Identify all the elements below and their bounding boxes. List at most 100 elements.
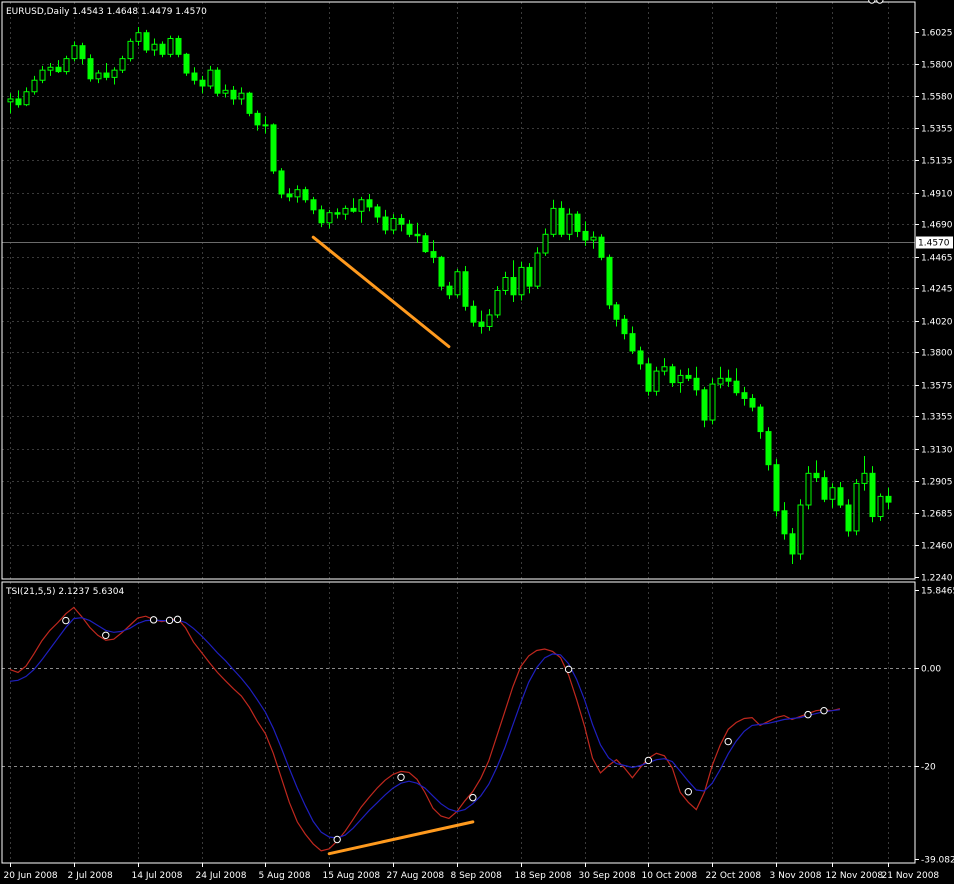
candle-body-bear [669,366,676,384]
crossover-marker [724,737,732,746]
indicator-y-tick-label: 15.8465 [921,587,954,597]
candle-body-bull [677,374,684,384]
candle-body-bear [885,495,892,503]
chart-background [0,0,954,884]
candle-body-bull [877,495,884,518]
y-tick-label: 1.4020 [921,318,953,328]
candle-body-bull [7,98,14,103]
candle-body-bear [470,305,477,323]
candle-body-bear [430,251,437,258]
indicator-y-tick-label: -39.0822 [921,856,954,866]
x-tick-label: 5 Aug 2008 [259,871,311,881]
candle [645,358,652,396]
candle-body-bull [135,32,142,42]
x-tick-label: 27 Aug 2008 [387,871,445,881]
candle-body-bear [183,53,190,74]
candle-body-bear [869,472,876,518]
x-tick-label: 14 Jul 2008 [132,871,183,881]
candle-body-bear [406,223,413,235]
candle [422,232,429,254]
crossover-marker [644,756,653,765]
candle-body-bear [765,431,772,466]
y-tick-label: 1.5355 [921,125,953,135]
indicator-header: TSI(21,5,5) 2.1237 5.6304 [5,587,124,597]
candle-body-bull [390,217,397,231]
candle-body-bear [199,79,206,87]
crossover-marker [397,773,405,782]
candle-body-bear [103,72,110,78]
candle-body-bear [55,66,62,73]
candle [518,261,525,301]
crossover-marker [165,616,174,625]
candle [653,366,660,396]
y-tick-label: 1.3800 [921,349,953,359]
candle-body-bear [175,37,182,55]
candle-body-bull [326,212,333,224]
candle [127,38,134,62]
candle-body-bear [693,377,700,391]
x-tick-label: 21 Nov 2008 [882,871,940,881]
candle [454,268,461,298]
candle-body-bear [350,207,357,212]
candle-body-bull [566,213,573,235]
candle-body-bear [606,256,613,306]
candle-body-bull [709,383,716,421]
candle-body-bear [286,193,293,198]
candle-body-bull [262,124,269,127]
candle-body-bear [629,333,636,352]
candle-body-bull [71,45,78,60]
candle [709,378,716,425]
candle-body-bull [861,472,868,484]
candle-body-bear [574,213,581,232]
crossover-marker [876,0,884,4]
candle-body-bull [31,79,38,93]
candle-body-bear [214,69,221,94]
candle [278,168,285,199]
candle-body-bear [637,350,644,365]
candle-body-bear [613,304,620,320]
candle [183,52,190,76]
candle-body-bull [797,504,804,555]
candle-body-bear [15,98,22,106]
candle-body-bear [87,58,94,80]
candle [143,29,150,53]
candle-body-bear [143,32,150,51]
candle-body-bear [837,487,844,506]
candle-body-bull [454,271,461,296]
crossover-marker [333,835,341,844]
candle-body-bear [478,321,485,327]
crossover-marker [102,631,110,639]
candle [119,55,126,74]
candle-body-bull [238,92,245,100]
candle-body-bull [518,266,525,296]
y-tick-label: 1.6025 [921,29,953,39]
indicator-y-tick-label: 0.00 [921,665,941,675]
candle-body-bear [334,212,341,215]
y-tick-label: 1.2685 [921,510,953,520]
candle-body-bear [230,89,237,100]
candle-body-bull [23,91,30,106]
candle-body-bull [590,236,597,241]
crossover-marker [868,0,876,4]
candle-body-bear [374,206,381,218]
candle-body-bull [294,189,301,198]
candle-body-bull [358,199,365,212]
candle-body-bear [254,112,261,126]
candle [246,91,253,117]
candle-body-bull [717,377,724,385]
candle-body-bear [701,389,708,421]
candle-body-bear [462,271,469,307]
candle [606,254,613,310]
x-tick-label: 20 Jun 2008 [4,871,58,881]
candle [598,234,605,261]
candle [438,255,445,291]
y-tick-label: 1.4465 [921,254,953,264]
y-tick-label: 1.4690 [921,221,953,231]
y-tick-label: 1.2240 [921,574,953,584]
indicator-y-tick-label: -20 [921,763,936,773]
candle-body-bear [302,189,309,201]
candle-body-bear [191,72,198,81]
x-tick-label: 18 Sep 2008 [515,871,572,881]
candle-body-bear [159,43,166,55]
candle-body-bear [246,92,253,114]
